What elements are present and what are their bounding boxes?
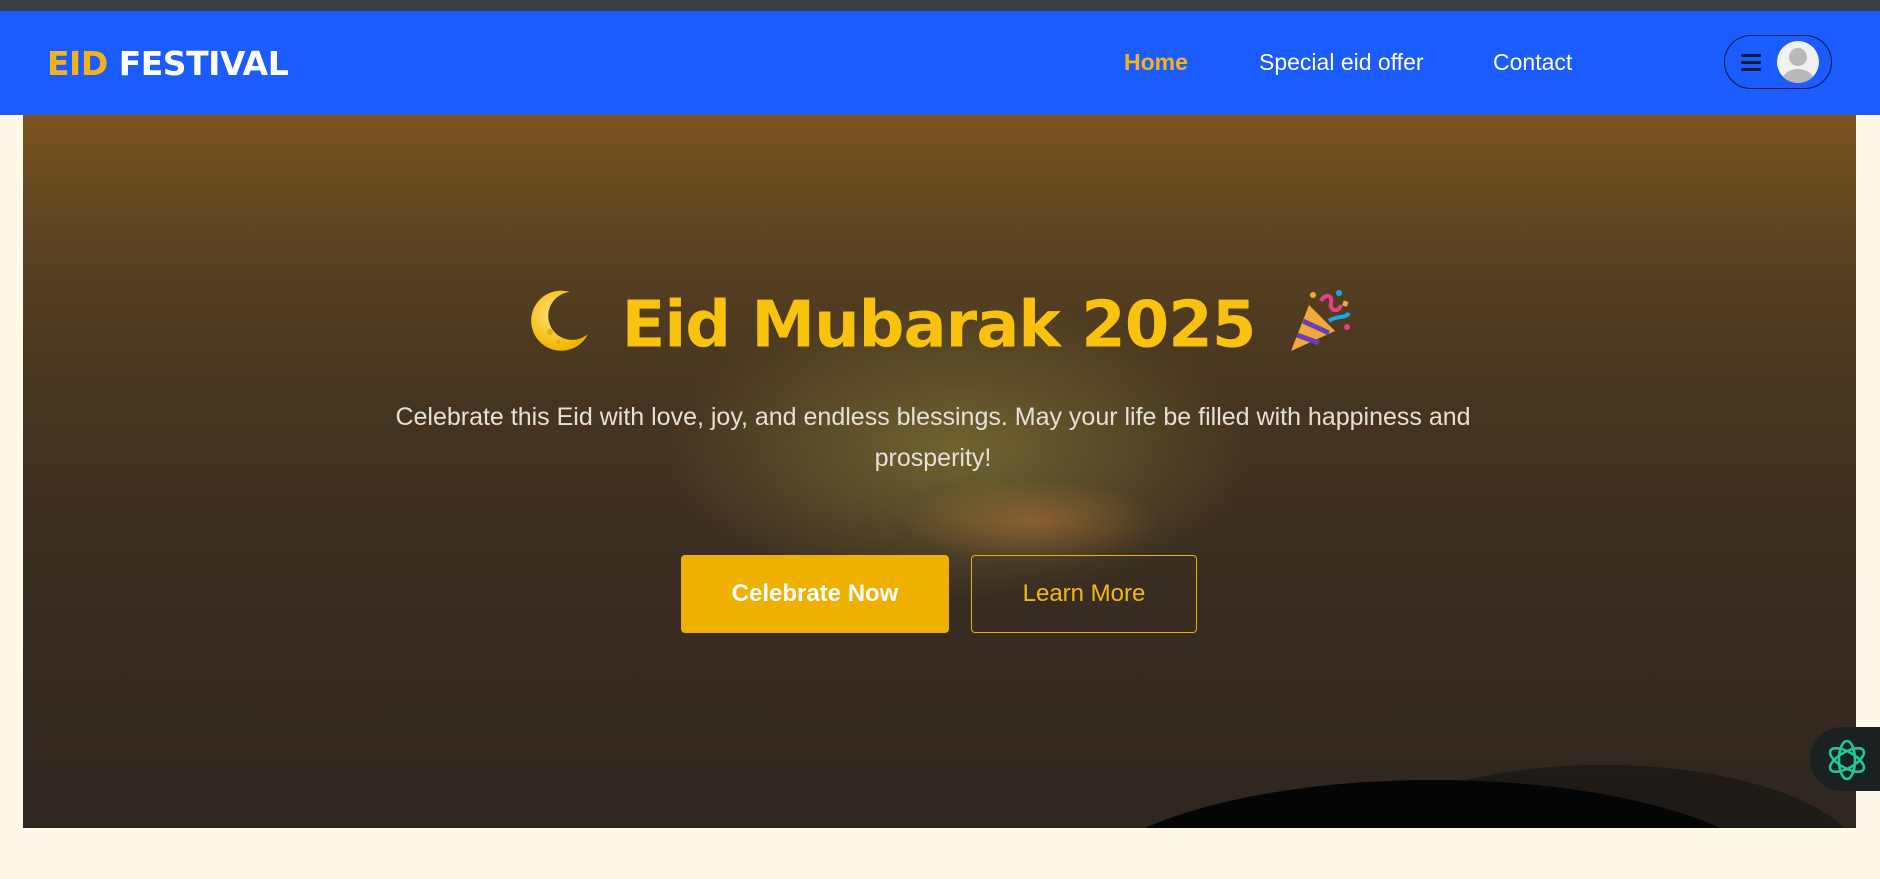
browser-top-strip: [0, 0, 1880, 11]
user-avatar-icon: [1777, 41, 1819, 83]
hero-subtitle: Celebrate this Eid with love, joy, and e…: [395, 403, 1471, 472]
hamburger-icon: [1741, 54, 1761, 71]
celebrate-now-button[interactable]: Celebrate Now: [681, 555, 949, 633]
brand-accent: EID: [47, 44, 108, 83]
crescent-moon-icon: [524, 286, 594, 372]
hero-title: Eid Mubarak 2025: [23, 285, 1856, 373]
navbar: EID FESTIVAL Home Special eid offer Cont…: [0, 11, 1880, 115]
hero-section: Eid Mubarak 2025 Celebrate this Eid with…: [23, 115, 1856, 828]
brand-logo[interactable]: EID FESTIVAL: [47, 44, 289, 83]
party-popper-icon: [1283, 285, 1355, 373]
assistant-fab-button[interactable]: [1810, 727, 1880, 791]
learn-more-button[interactable]: Learn More: [971, 555, 1197, 633]
openai-logo-icon: [1828, 739, 1866, 781]
nav-link-contact[interactable]: Contact: [1493, 49, 1572, 76]
hero-title-text: Eid Mubarak 2025: [621, 288, 1257, 363]
nav-link-home[interactable]: Home: [1124, 49, 1188, 76]
brand-name: FESTIVAL: [118, 44, 289, 83]
nav-link-special-eid-offer[interactable]: Special eid offer: [1259, 49, 1424, 76]
user-menu-button[interactable]: [1724, 35, 1832, 89]
